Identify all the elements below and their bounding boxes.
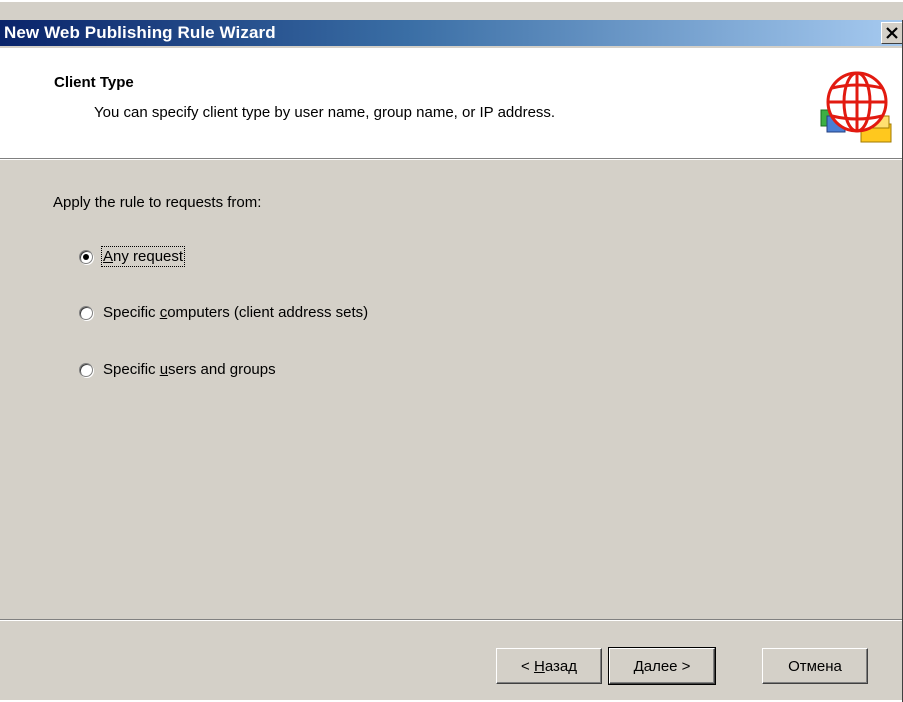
wizard-header: Client Type You can specify client type … <box>0 48 903 159</box>
page-description: You can specify client type by user name… <box>94 104 556 121</box>
back-button[interactable]: < Назад <box>496 648 602 684</box>
next-button[interactable]: Далее > <box>608 647 716 685</box>
footer-divider-highlight <box>0 620 903 621</box>
next-button-label: Далее > <box>633 657 691 675</box>
header-divider <box>0 159 903 160</box>
option-label: Any request <box>100 246 186 267</box>
options-prompt: Apply the rule to requests from: <box>53 194 262 211</box>
globe-icon <box>820 71 892 143</box>
cancel-button-label: Отмена <box>788 657 842 675</box>
option-specific-computers[interactable]: Specific computers (client address sets) <box>79 304 368 321</box>
option-label: Specific computers (client address sets) <box>103 304 369 321</box>
wizard-window: New Web Publishing Rule Wizard Client Ty… <box>0 0 903 702</box>
close-icon <box>886 27 898 39</box>
page-title: Client Type <box>54 74 134 91</box>
window-title: New Web Publishing Rule Wizard <box>4 23 276 42</box>
radio-specific-computers[interactable] <box>79 305 93 320</box>
title-bar[interactable]: New Web Publishing Rule Wizard <box>0 20 903 46</box>
back-button-label: < Назад <box>521 657 577 675</box>
close-button[interactable] <box>881 22 903 44</box>
cancel-button[interactable]: Отмена <box>762 648 868 684</box>
radio-any-request[interactable] <box>79 249 93 264</box>
option-any-request[interactable]: Any request <box>79 246 186 267</box>
option-specific-users[interactable]: Specific users and groups <box>79 361 276 378</box>
radio-specific-users[interactable] <box>79 362 93 377</box>
option-label: Specific users and groups <box>103 361 276 378</box>
